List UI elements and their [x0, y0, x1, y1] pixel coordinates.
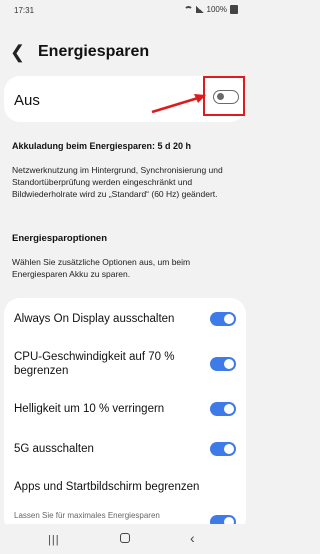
switch-knob	[223, 358, 235, 370]
header: ❮ Energiesparen	[0, 38, 250, 68]
options-card: Always On Display ausschalten CPU-Geschw…	[4, 298, 246, 534]
navigation-bar: ||| ‹	[0, 524, 250, 554]
option-brightness-switch[interactable]	[210, 402, 236, 416]
option-5g-label[interactable]: 5G ausschalten	[14, 442, 204, 456]
option-apps-label[interactable]: Apps und Startbildschirm begrenzen	[14, 480, 204, 494]
switch-knob	[223, 403, 235, 415]
status-bar: 17:31 100%	[0, 0, 250, 22]
wifi-icon	[183, 6, 193, 13]
switch-knob	[223, 313, 235, 325]
option-cpu-switch[interactable]	[210, 357, 236, 371]
charge-estimate: Akkuladung beim Energiesparen: 5 d 20 h	[12, 141, 192, 151]
options-section-description: Wählen Sie zusätzliche Optionen aus, um …	[12, 257, 191, 279]
back-arrow-icon[interactable]: ❮	[10, 42, 30, 62]
home-icon[interactable]	[120, 533, 130, 543]
annotation-arrow	[151, 94, 206, 114]
option-5g-switch[interactable]	[210, 442, 236, 456]
option-aod-switch[interactable]	[210, 312, 236, 326]
recent-apps-icon[interactable]: |||	[48, 534, 60, 546]
power-saving-description: Netzwerknutzung im Hintergrund, Synchron…	[12, 165, 223, 199]
battery-percent: 100%	[206, 5, 227, 14]
nav-back-icon[interactable]: ‹	[190, 530, 195, 546]
signal-icon	[195, 6, 204, 13]
page-title: Energiesparen	[38, 43, 150, 60]
option-cpu-label[interactable]: CPU-Geschwindigkeit auf 70 % begrenzen	[14, 350, 204, 378]
option-aod-label[interactable]: Always On Display ausschalten	[14, 312, 204, 326]
status-time: 17:31	[14, 6, 35, 15]
status-icons: 100%	[183, 5, 238, 14]
switch-knob	[223, 443, 235, 455]
options-section-title: Energiesparoptionen	[12, 233, 108, 244]
battery-icon	[230, 5, 238, 14]
option-brightness-label[interactable]: Helligkeit um 10 % verringern	[14, 402, 204, 416]
option-apps-sublabel: Lassen Sie für maximales Energiesparen	[14, 511, 160, 520]
power-saving-state-label: Aus	[14, 92, 40, 109]
